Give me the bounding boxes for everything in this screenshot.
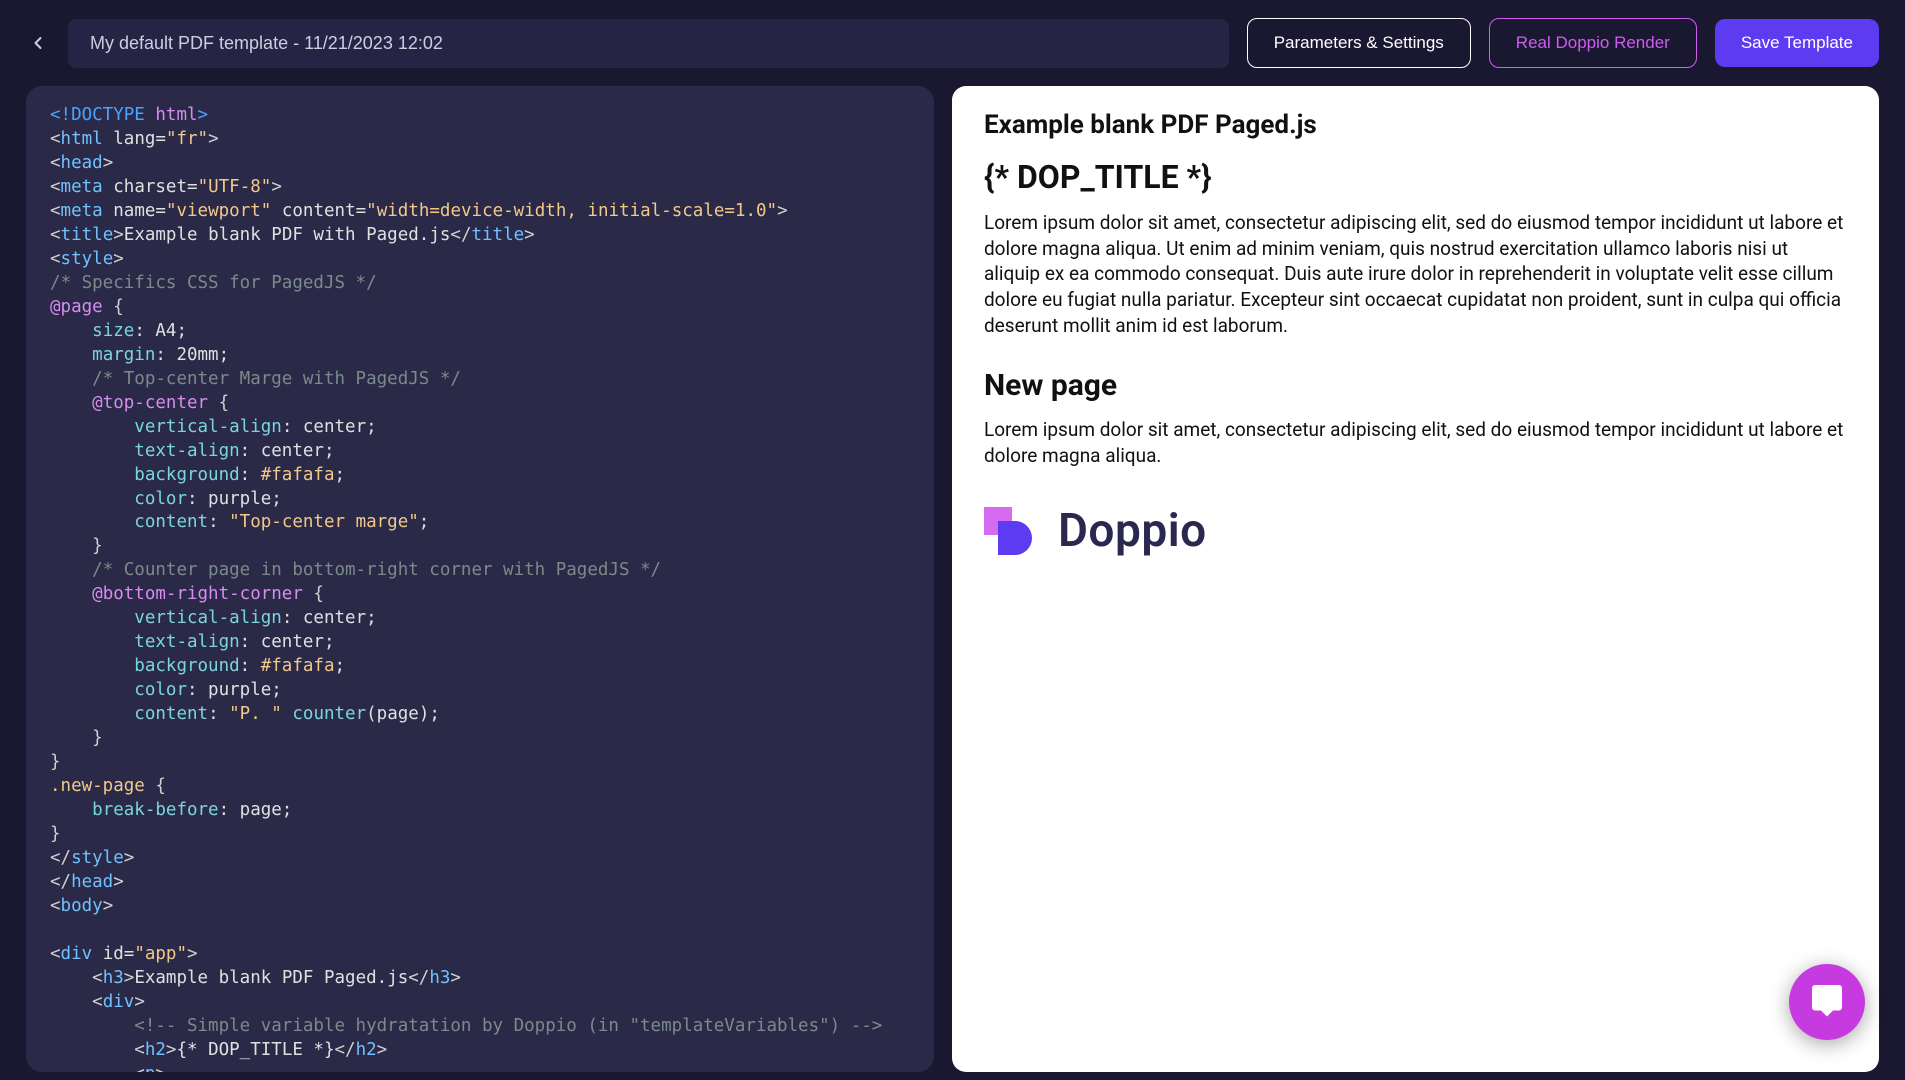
preview-heading-title-var: {* DOP_TITLE *}	[984, 158, 1847, 196]
code-editor[interactable]: <!DOCTYPE html> <html lang="fr"> <head> …	[26, 86, 934, 1072]
preview-heading-new-page: New page	[984, 368, 1847, 403]
parameters-settings-button[interactable]: Parameters & Settings	[1247, 18, 1471, 68]
doppio-logo-wordmark: Doppio	[1058, 504, 1207, 558]
preview-pane: Example blank PDF Paged.js {* DOP_TITLE …	[952, 86, 1879, 1072]
code-content[interactable]: <!DOCTYPE html> <html lang="fr"> <head> …	[50, 104, 910, 1072]
chat-fab-button[interactable]	[1789, 964, 1865, 1040]
doppio-logo-icon	[984, 507, 1032, 555]
preview-heading-h3: Example blank PDF Paged.js	[984, 110, 1847, 140]
back-chevron-icon[interactable]	[26, 31, 50, 55]
top-toolbar: Parameters & Settings Real Doppio Render…	[26, 0, 1879, 86]
doppio-logo: Doppio	[984, 504, 1847, 558]
real-doppio-render-button[interactable]: Real Doppio Render	[1489, 18, 1697, 68]
template-name-input[interactable]	[68, 19, 1229, 68]
save-template-button[interactable]: Save Template	[1715, 19, 1879, 67]
preview-paragraph-1: Lorem ipsum dolor sit amet, consectetur …	[984, 210, 1847, 338]
chat-icon	[1809, 982, 1845, 1022]
workarea: <!DOCTYPE html> <html lang="fr"> <head> …	[26, 86, 1879, 1072]
preview-paragraph-2: Lorem ipsum dolor sit amet, consectetur …	[984, 417, 1847, 468]
